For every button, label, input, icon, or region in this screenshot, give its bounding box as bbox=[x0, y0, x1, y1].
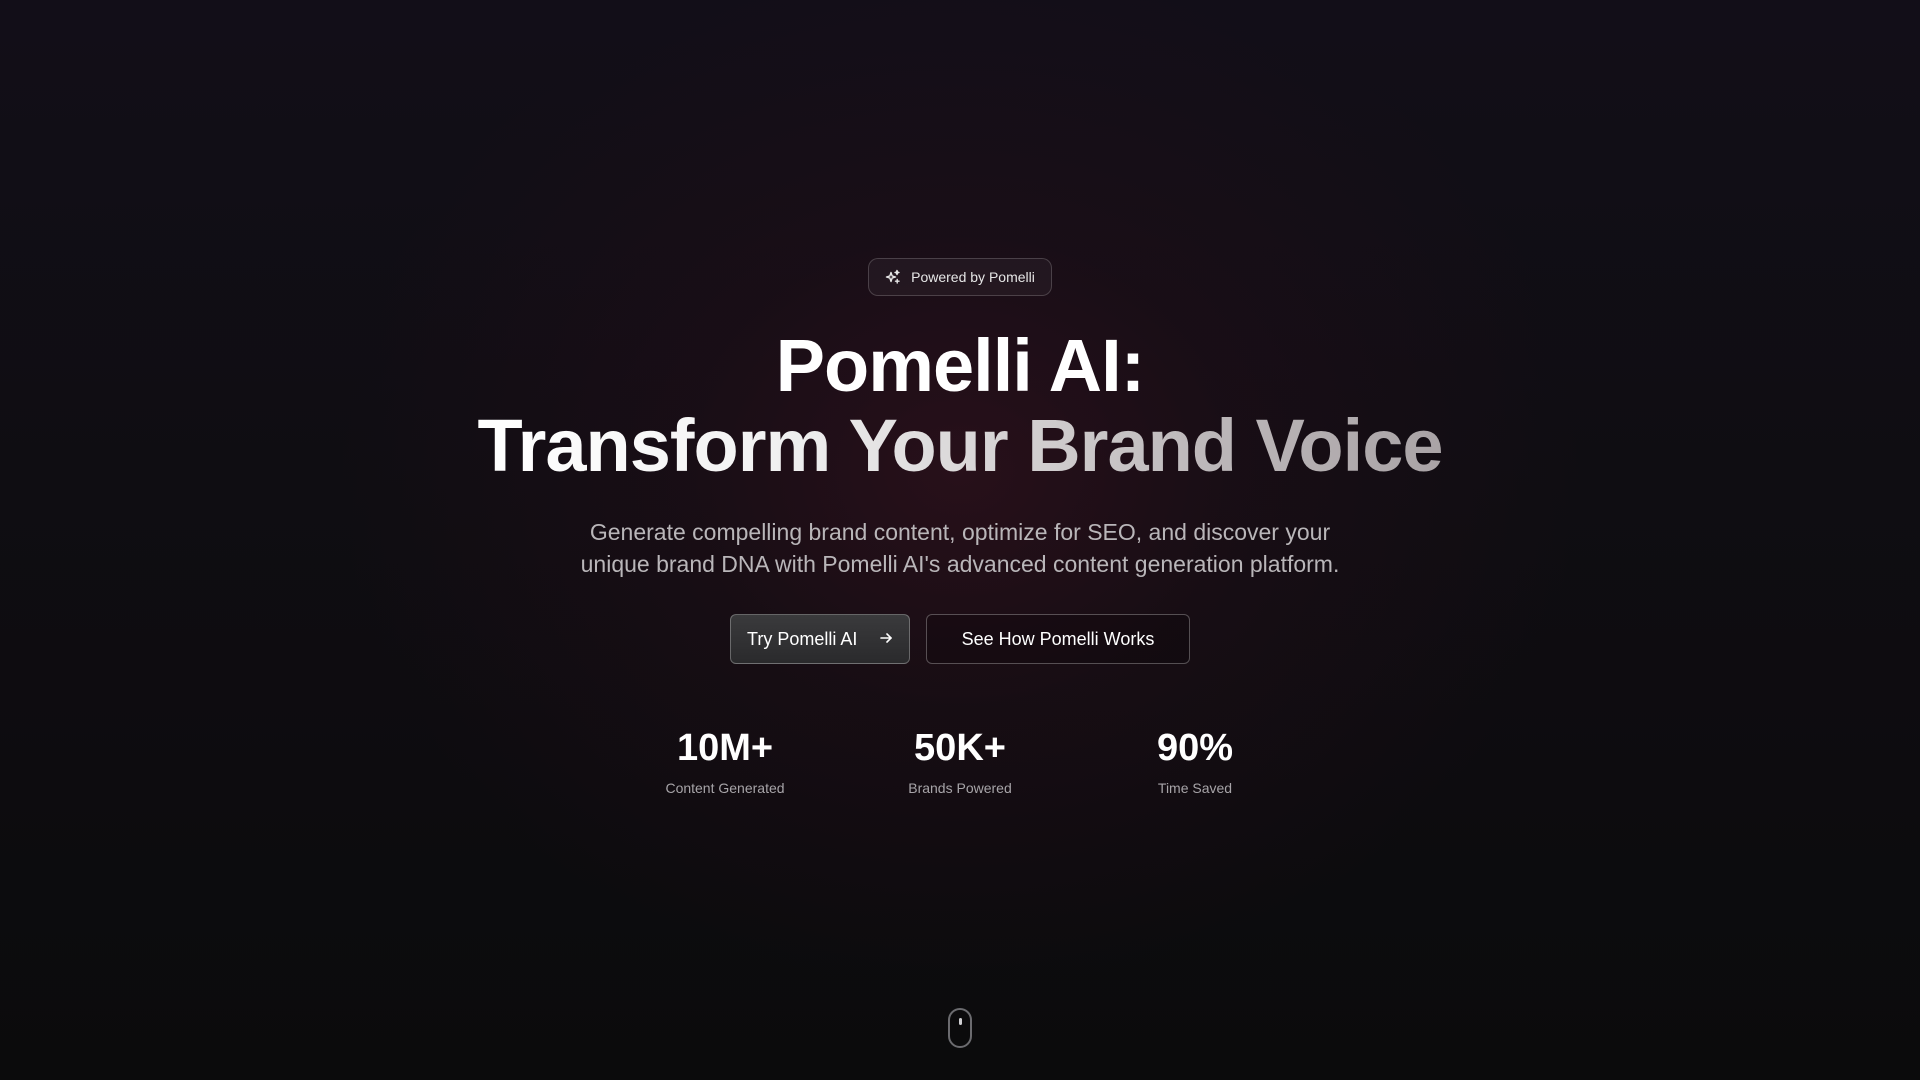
title-line-2: Transform Your Brand Voice bbox=[477, 404, 1443, 487]
see-how-it-works-button[interactable]: See How Pomelli Works bbox=[926, 614, 1190, 664]
mouse-wheel bbox=[959, 1018, 962, 1025]
hero-section: Powered by Pomelli Pomelli AI: Transform… bbox=[0, 0, 1920, 1080]
stats-row: 10M+ Content Generated 50K+ Brands Power… bbox=[608, 726, 1313, 796]
sparkles-icon bbox=[885, 269, 901, 285]
stat-label: Content Generated bbox=[665, 780, 785, 796]
stat-brands-powered: 50K+ Brands Powered bbox=[843, 726, 1078, 796]
hero-actions: Try Pomelli AI See How Pomelli Works bbox=[730, 614, 1190, 664]
stat-time-saved: 90% Time Saved bbox=[1078, 726, 1313, 796]
try-pomelli-label: Try Pomelli AI bbox=[747, 628, 858, 649]
powered-by-badge: Powered by Pomelli bbox=[868, 258, 1052, 296]
stat-label: Time Saved bbox=[1157, 780, 1233, 796]
stat-label: Brands Powered bbox=[908, 780, 1012, 796]
hero-subtitle: Generate compelling brand content, optim… bbox=[580, 519, 1340, 577]
stat-value: 90% bbox=[1156, 727, 1234, 769]
mouse-scroll-icon[interactable] bbox=[948, 1008, 972, 1048]
page-title: Pomelli AI: Transform Your Brand Voice bbox=[477, 324, 1443, 487]
stat-value: 10M+ bbox=[676, 727, 774, 769]
try-pomelli-button[interactable]: Try Pomelli AI bbox=[730, 614, 910, 664]
stat-content-generated: 10M+ Content Generated bbox=[608, 726, 843, 796]
stat-value: 50K+ bbox=[914, 727, 1006, 769]
see-how-label: See How Pomelli Works bbox=[961, 628, 1155, 649]
title-line-1: Pomelli AI: bbox=[775, 324, 1146, 407]
badge-label: Powered by Pomelli bbox=[911, 269, 1035, 285]
arrow-right-icon bbox=[879, 629, 893, 650]
